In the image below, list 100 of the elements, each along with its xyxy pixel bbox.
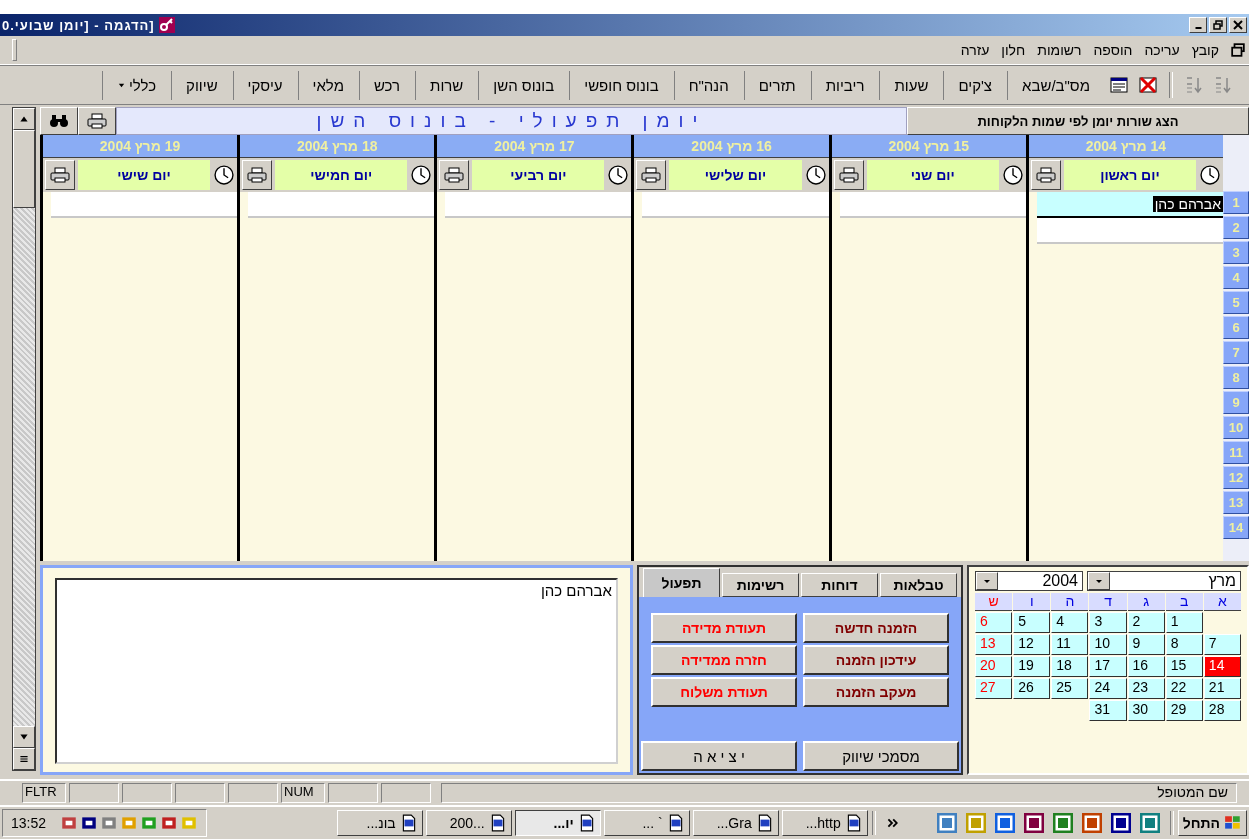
toolbar-button[interactable]: תזרים (743, 70, 810, 100)
calendar-day[interactable]: 15 (1165, 656, 1203, 677)
tab[interactable]: רשימות (722, 573, 799, 597)
calendar-day[interactable]: 3 (1089, 612, 1127, 633)
start-button[interactable]: התחל (1177, 810, 1247, 836)
calendar-day[interactable]: 28 (1203, 700, 1241, 721)
calendar-day[interactable]: 6 (975, 612, 1013, 633)
calendar-day[interactable]: 24 (1089, 678, 1127, 699)
print-button[interactable] (833, 160, 864, 190)
month-dropdown[interactable]: מרץ (1087, 571, 1241, 591)
toolbar-button[interactable]: כללי (101, 70, 171, 100)
print-button[interactable] (636, 160, 667, 190)
print-button[interactable] (78, 107, 116, 135)
entry-row[interactable]: אברהם כהן (1036, 192, 1223, 218)
notes-field[interactable]: אברהם כהן (55, 578, 618, 764)
calendar-day[interactable]: 16 (1127, 656, 1165, 677)
calendar-day[interactable]: 14 (1203, 656, 1241, 677)
app-icon[interactable] (1110, 813, 1131, 833)
toolbar-button[interactable]: מלאי (297, 70, 358, 100)
minimize-button[interactable] (1189, 17, 1207, 33)
toolbar-button[interactable]: שרות (415, 70, 478, 100)
calendar-day[interactable]: 13 (975, 634, 1013, 655)
calendar-day[interactable]: 20 (975, 656, 1013, 677)
calendar-day[interactable]: 12 (1013, 634, 1051, 655)
action-button[interactable]: הזמנה חדשה (803, 613, 949, 643)
menu-item[interactable]: רשומות (1037, 42, 1082, 58)
restore-icon[interactable] (1231, 43, 1245, 57)
toolbar-button[interactable]: צ'קים (943, 70, 1007, 100)
calendar-day[interactable]: 29 (1165, 700, 1203, 721)
delete-icon[interactable] (1138, 75, 1158, 95)
tab[interactable]: טבלאות (880, 573, 957, 597)
restore-button[interactable] (1209, 17, 1227, 33)
calendar-day[interactable]: 10 (1089, 634, 1127, 655)
new-entry-field[interactable] (839, 192, 1026, 218)
close-button[interactable] (1229, 17, 1247, 33)
task-button[interactable]: ...http (781, 810, 868, 836)
footer-button[interactable]: מסמכי שיווק (803, 741, 959, 771)
record-selector-icon[interactable] (18, 753, 30, 765)
print-button[interactable] (44, 160, 75, 190)
task-button[interactable]: ...Gra (692, 810, 779, 836)
toolbar-button[interactable]: הנה"ח (673, 70, 743, 100)
toolbar-button[interactable]: ריביות (810, 70, 879, 100)
calendar-day[interactable]: 7 (1203, 634, 1241, 655)
calendar-day[interactable]: 25 (1051, 678, 1089, 699)
menu-item[interactable]: הוספה (1093, 42, 1133, 58)
tray-icon[interactable] (160, 814, 179, 832)
menu-item[interactable]: עריכה (1144, 42, 1180, 58)
calendar-day[interactable]: 27 (975, 678, 1013, 699)
calendar-day[interactable]: 4 (1051, 612, 1089, 633)
calendar-day[interactable]: 11 (1051, 634, 1089, 655)
action-button[interactable]: מעקב הזמנה (803, 677, 949, 707)
print-button[interactable] (439, 160, 470, 190)
calendar-day[interactable]: 5 (1013, 612, 1051, 633)
calendar-day[interactable]: 22 (1165, 678, 1203, 699)
clock-icon[interactable] (804, 164, 827, 186)
menu-item[interactable]: קובץ (1191, 42, 1219, 58)
scrollbar[interactable] (12, 107, 36, 771)
toolbar-button[interactable]: רכש (358, 70, 415, 100)
app-icon[interactable] (1023, 813, 1044, 833)
tab[interactable]: תפעול (643, 568, 720, 597)
calendar-day[interactable]: 17 (1089, 656, 1127, 677)
calendar-day[interactable]: 26 (1013, 678, 1051, 699)
task-button[interactable]: ...בונ (336, 810, 423, 836)
calendar-day[interactable]: 19 (1013, 656, 1051, 677)
calendar-day[interactable]: 2 (1127, 612, 1165, 633)
footer-button[interactable]: י צ י א ה (641, 741, 797, 771)
action-button[interactable]: עידכון הזמנה (803, 645, 949, 675)
calendar-day[interactable]: 30 (1127, 700, 1165, 721)
tray-icon[interactable] (80, 814, 99, 832)
toolbar-button[interactable]: שיווק (171, 70, 232, 100)
calendar-day[interactable]: 9 (1127, 634, 1165, 655)
clock-icon[interactable] (410, 164, 433, 186)
toolbar-button[interactable]: בונוס חופשי (569, 70, 673, 100)
calendar-day[interactable]: 8 (1165, 634, 1203, 655)
show-by-client-button[interactable]: הצג שורות יומן לפי שמות הלקוחות (907, 107, 1249, 135)
form-icon[interactable] (1109, 75, 1129, 95)
print-button[interactable] (1030, 160, 1061, 190)
clock-icon[interactable] (1199, 164, 1221, 186)
find-button[interactable] (40, 107, 78, 135)
new-entry-field[interactable] (248, 192, 435, 218)
calendar-day[interactable]: 18 (1051, 656, 1089, 677)
task-button[interactable]: 200... (425, 810, 512, 836)
new-entry-field[interactable] (1036, 218, 1223, 244)
calendar-day[interactable]: 1 (1165, 612, 1203, 633)
year-dropdown[interactable]: 2004 (975, 571, 1083, 591)
print-button[interactable] (242, 160, 273, 190)
task-button[interactable]: ... ` (603, 810, 690, 836)
scroll-thumb[interactable] (13, 130, 35, 208)
new-entry-field[interactable] (50, 192, 238, 218)
tab[interactable]: דוחות (801, 573, 878, 597)
menu-item[interactable]: עזרה (960, 42, 990, 58)
task-button[interactable]: ...יו (514, 810, 601, 836)
calendar-day[interactable]: 31 (1089, 700, 1127, 721)
calendar-day[interactable]: 23 (1127, 678, 1165, 699)
toolbar-button[interactable]: בונוס השן (478, 70, 569, 100)
clock-icon[interactable] (213, 164, 236, 186)
new-entry-field[interactable] (445, 192, 632, 218)
menu-item[interactable]: חלון (1001, 42, 1026, 58)
new-entry-field[interactable] (642, 192, 829, 218)
toolbar-button[interactable]: שעות (879, 70, 943, 100)
